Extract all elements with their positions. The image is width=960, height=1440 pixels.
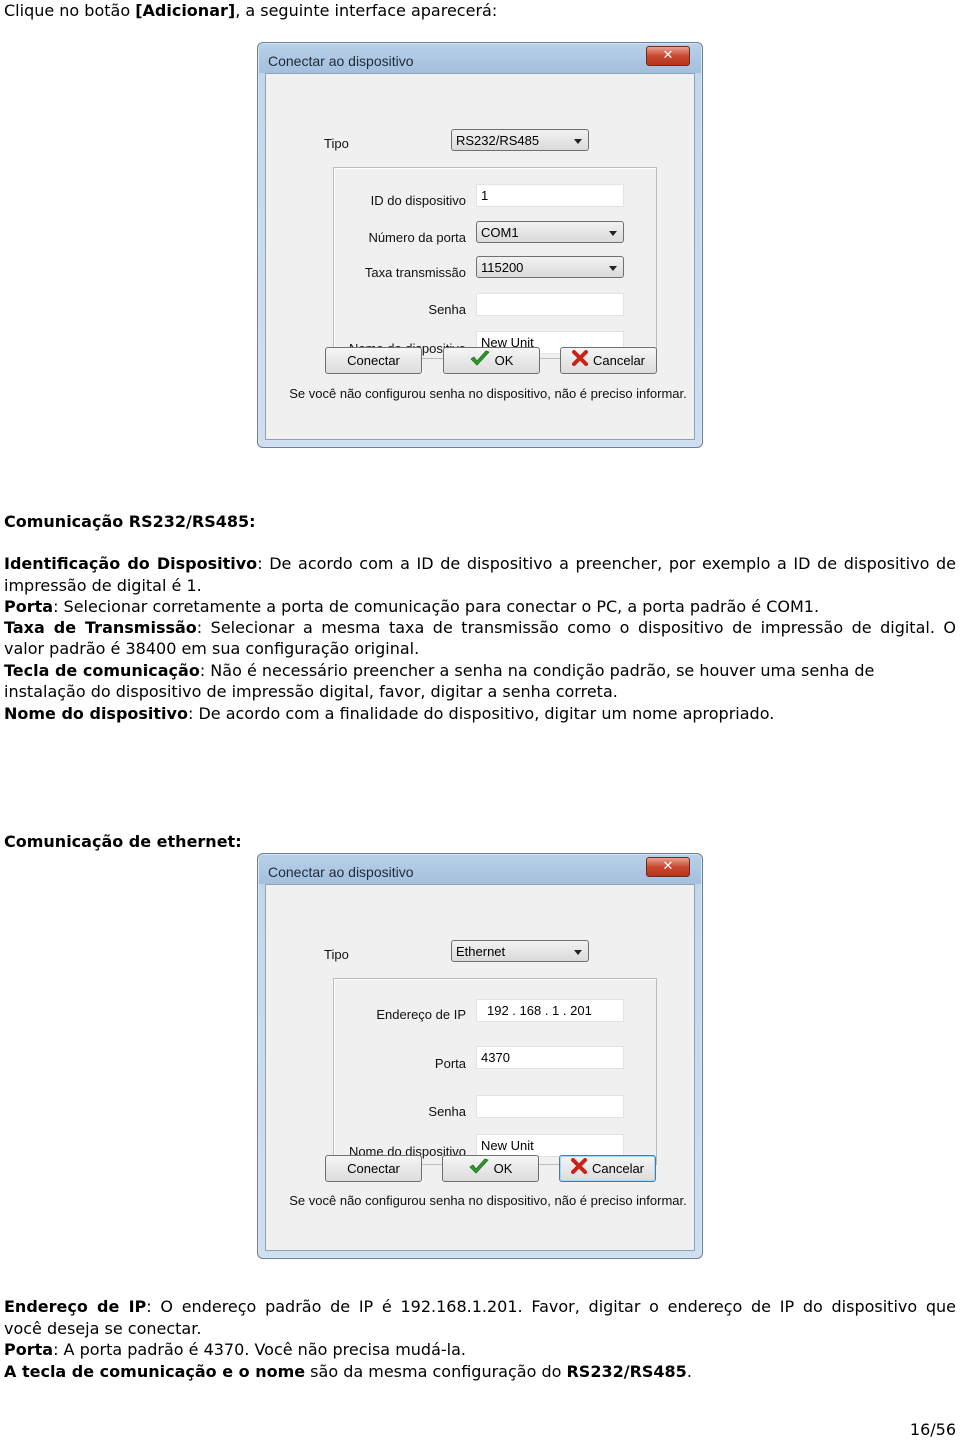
- desc: : De acordo com a finalidade do disposit…: [187, 704, 775, 723]
- settings-group: ID do dispositivo 1 Número da porta COM1…: [333, 167, 657, 359]
- chevron-down-icon: [574, 139, 582, 144]
- connect-dialog-rs232: Conectar ao dispositivo ✕ Tipo RS232/RS4…: [257, 42, 703, 448]
- dialog-client: Tipo RS232/RS485 ID do dispositivo 1 Núm…: [265, 73, 695, 440]
- term: Nome do dispositivo: [4, 704, 188, 723]
- ip-label: Endereço de IP: [376, 1007, 466, 1022]
- item-device-id: Identificação do Dispositivo: De acordo …: [4, 553, 956, 574]
- item-password-cont: instalação do dispositivo de impressão d…: [4, 682, 618, 701]
- term: Endereço de IP: [4, 1297, 147, 1316]
- item-name: Nome do dispositivo: De acordo com a fin…: [4, 703, 774, 724]
- tipo-select[interactable]: RS232/RS485: [451, 129, 589, 151]
- tipo-select[interactable]: Ethernet: [451, 940, 589, 962]
- term: Tecla de comunicação: [4, 661, 200, 680]
- term: A tecla de comunicação e o nome: [4, 1362, 306, 1381]
- password-note: Se você não configurou senha no disposit…: [289, 1193, 687, 1208]
- settings-group: Endereço de IP 192 . 168 . 1 . 201 Porta…: [333, 978, 657, 1165]
- ok-label: OK: [493, 1161, 513, 1176]
- item-baud: Taxa de Transmissão: Selecionar a mesma …: [4, 617, 956, 638]
- section1-heading: Comunicação RS232/RS485:: [4, 511, 256, 532]
- port-field[interactable]: 4370: [476, 1046, 624, 1069]
- term: Porta: [4, 1340, 54, 1359]
- ok-button[interactable]: OK: [442, 1155, 539, 1182]
- item-port: Porta: Selecionar corretamente a porta d…: [4, 596, 819, 617]
- baud-label: Taxa transmissão: [364, 265, 466, 280]
- cancel-label: Cancelar: [591, 1161, 645, 1176]
- cancel-label: Cancelar: [592, 353, 646, 368]
- dialog-client: Tipo Ethernet Endereço de IP 192 . 168 .…: [265, 884, 695, 1251]
- intro-post: , a seguinte interface aparecerá:: [235, 1, 498, 20]
- connect-dialog-ethernet: Conectar ao dispositivo ✕ Tipo Ethernet …: [257, 853, 703, 1259]
- device-id-label: ID do dispositivo: [370, 193, 466, 208]
- check-icon: [468, 1157, 489, 1182]
- term2: RS232/RS485: [566, 1362, 687, 1381]
- close-icon[interactable]: ✕: [646, 46, 690, 66]
- port-value: COM1: [481, 225, 519, 240]
- tipo-value: Ethernet: [456, 944, 506, 959]
- baud-value: 115200: [481, 260, 524, 275]
- password-label: Senha: [428, 1104, 466, 1119]
- dialog-title: Conectar ao dispositivo: [268, 864, 414, 880]
- desc-end: .: [686, 1362, 692, 1381]
- baud-select[interactable]: 115200: [476, 256, 624, 278]
- intro-pre: Clique no botão: [4, 1, 136, 20]
- item-password: Tecla de comunicação: Não é necessário p…: [4, 660, 874, 681]
- desc: : O endereço padrão de IP é 192.168.1.20…: [146, 1297, 957, 1316]
- password-field[interactable]: [476, 293, 624, 316]
- desc: : A porta padrão é 4370. Você não precis…: [53, 1340, 466, 1359]
- section2-heading: Comunicação de ethernet:: [4, 831, 242, 852]
- item-device-id-cont: impressão de digital é 1.: [4, 576, 202, 595]
- desc: são da mesma configuração do: [305, 1362, 567, 1381]
- term: Taxa de Transmissão: [4, 618, 197, 637]
- chevron-down-icon: [609, 266, 617, 271]
- section2-heading-text: Comunicação de ethernet:: [4, 832, 242, 851]
- intro-button-ref: [Adicionar]: [135, 1, 236, 20]
- item-eth-port: Porta: A porta padrão é 4370. Você não p…: [4, 1339, 466, 1360]
- cancel-button[interactable]: Cancelar: [560, 347, 657, 374]
- ok-button[interactable]: OK: [443, 347, 540, 374]
- check-icon: [469, 349, 490, 374]
- section1-heading-text: Comunicação RS232/RS485:: [4, 512, 256, 531]
- chevron-down-icon: [574, 950, 582, 955]
- ip-field[interactable]: 192 . 168 . 1 . 201: [476, 999, 624, 1022]
- item-ip: Endereço de IP: O endereço padrão de IP …: [4, 1296, 956, 1317]
- port-label: Número da porta: [368, 230, 466, 245]
- x-icon: [570, 1157, 587, 1182]
- item-baud-cont: valor padrão é 38400 em sua configuração…: [4, 639, 420, 658]
- desc: : Não é necessário preencher a senha na …: [199, 661, 875, 680]
- connect-button[interactable]: Conectar: [325, 1155, 422, 1182]
- password-note: Se você não configurou senha no disposit…: [289, 386, 687, 401]
- port-select[interactable]: COM1: [476, 221, 624, 243]
- item-same-config: A tecla de comunicação e o nome são da m…: [4, 1361, 692, 1382]
- password-field[interactable]: [476, 1095, 624, 1118]
- close-icon[interactable]: ✕: [646, 857, 690, 877]
- cancel-button[interactable]: Cancelar: [559, 1155, 656, 1182]
- device-id-field[interactable]: 1: [476, 184, 624, 207]
- item-ip-cont: você deseja se conectar.: [4, 1319, 202, 1338]
- desc: : Selecionar a mesma taxa de transmissão…: [196, 618, 956, 637]
- page-number: 16/56: [909, 1420, 956, 1439]
- intro-text: Clique no botão [Adicionar], a seguinte …: [4, 0, 497, 21]
- ok-label: OK: [494, 353, 514, 368]
- dialog-title: Conectar ao dispositivo: [268, 53, 414, 69]
- tipo-label: Tipo: [324, 136, 349, 151]
- password-label: Senha: [428, 302, 466, 317]
- x-icon: [571, 349, 588, 374]
- device-name-field[interactable]: New Unit: [476, 1134, 624, 1157]
- tipo-label: Tipo: [324, 947, 349, 962]
- desc: : Selecionar corretamente a porta de com…: [53, 597, 820, 616]
- term: Identificação do Dispositivo: [4, 554, 258, 573]
- port-label: Porta: [434, 1056, 466, 1071]
- tipo-value: RS232/RS485: [456, 133, 540, 148]
- connect-button[interactable]: Conectar: [325, 347, 422, 374]
- term: Porta: [4, 597, 54, 616]
- desc: : De acordo com a ID de dispositivo a pr…: [257, 554, 957, 573]
- chevron-down-icon: [609, 231, 617, 236]
